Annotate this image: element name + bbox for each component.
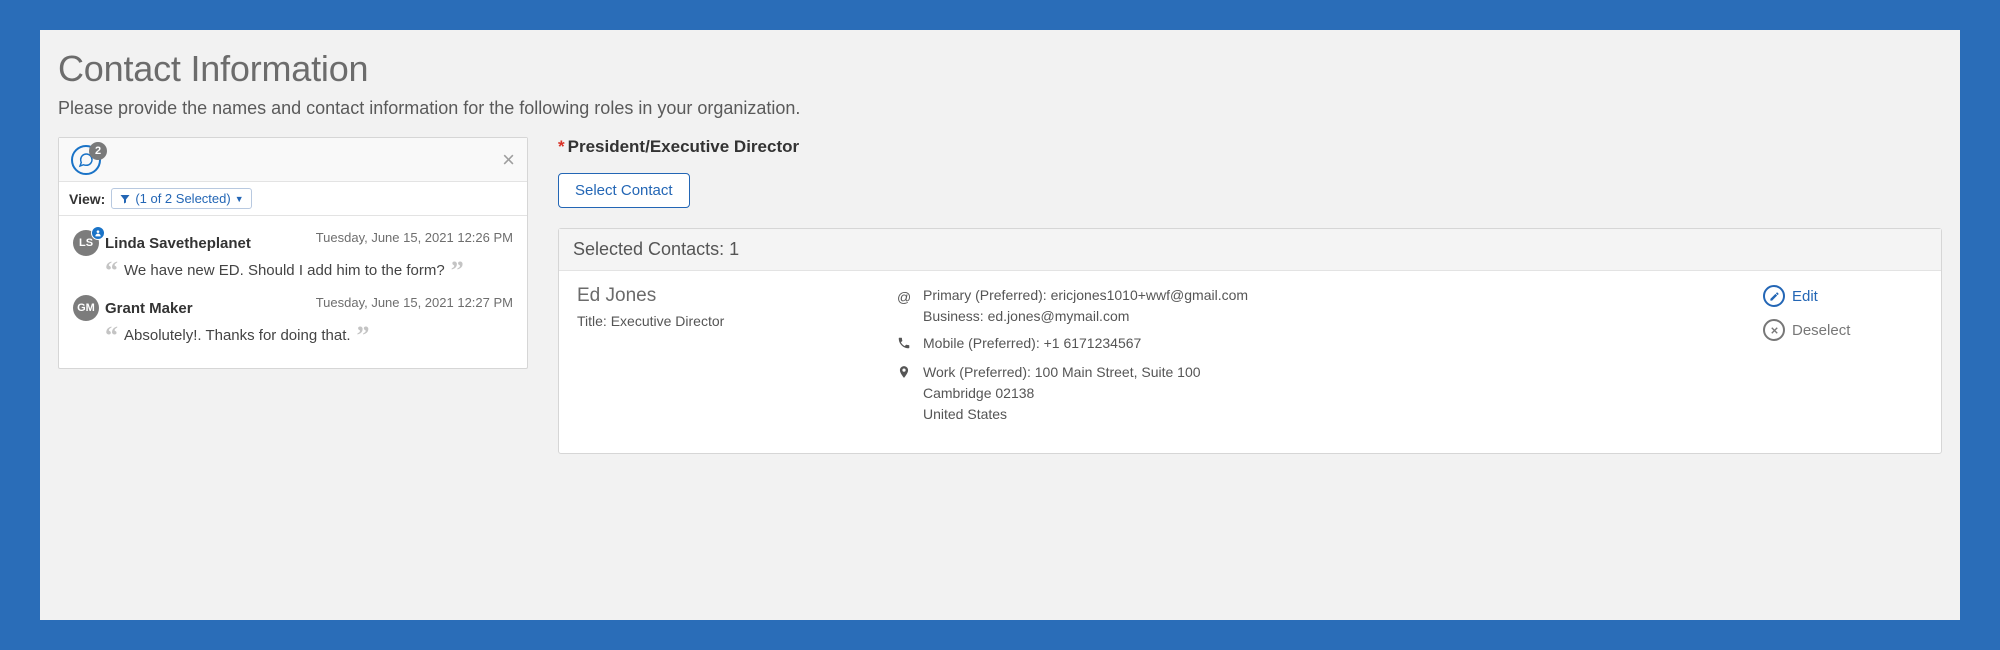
address-line1: Work (Preferred): 100 Main Street, Suite… xyxy=(923,362,1201,383)
contact-details-col: @ Primary (Preferred): ericjones1010+wwf… xyxy=(897,285,1763,431)
comment-body: “ Absolutely!. Thanks for doing that. ” xyxy=(105,327,513,344)
edit-label: Edit xyxy=(1792,288,1818,305)
quote-close-icon: ” xyxy=(451,264,464,277)
edit-button[interactable]: Edit xyxy=(1763,285,1923,307)
comment-author: LS Linda Savetheplanet xyxy=(73,230,251,256)
role-label: *President/Executive Director xyxy=(558,137,1942,157)
deselect-label: Deselect xyxy=(1792,322,1850,339)
comment-text: Absolutely!. Thanks for doing that. xyxy=(124,327,351,344)
location-icon xyxy=(897,364,913,385)
comments-list: LS Linda Savetheplanet Tuesday, June 15,… xyxy=(59,216,527,368)
avatar: GM xyxy=(73,295,99,321)
comment-item: GM Grant Maker Tuesday, June 15, 2021 12… xyxy=(67,287,519,352)
selected-header-prefix: Selected Contacts: xyxy=(573,239,724,259)
comment-body: “ We have new ED. Should I add him to th… xyxy=(105,262,513,279)
filter-text: (1 of 2 Selected) xyxy=(135,191,230,206)
phone-row: Mobile (Preferred): +1 6171234567 xyxy=(897,333,1763,356)
commenter-name: Linda Savetheplanet xyxy=(105,235,251,252)
comments-header: 2 × xyxy=(59,138,527,182)
at-icon: @ xyxy=(897,287,913,308)
filter-dropdown[interactable]: (1 of 2 Selected) ▼ xyxy=(111,188,251,209)
selected-card-body: Ed Jones Title: Executive Director @ Pri… xyxy=(559,271,1941,453)
email-row: @ Primary (Preferred): ericjones1010+wwf… xyxy=(897,285,1763,327)
required-star: * xyxy=(558,137,565,156)
deselect-button[interactable]: Deselect xyxy=(1763,319,1923,341)
chevron-down-icon: ▼ xyxy=(235,194,244,204)
main-panel: Contact Information Please provide the n… xyxy=(40,30,1960,620)
comments-panel: 2 × View: (1 of 2 Selected) ▼ LS xyxy=(58,137,528,369)
email-primary: Primary (Preferred): ericjones1010+wwf@g… xyxy=(923,285,1248,306)
content-row: 2 × View: (1 of 2 Selected) ▼ LS xyxy=(58,137,1942,454)
phone-value: Mobile (Preferred): +1 6171234567 xyxy=(923,333,1141,354)
close-icon[interactable]: × xyxy=(502,149,515,171)
comment-item: LS Linda Savetheplanet Tuesday, June 15,… xyxy=(67,222,519,287)
contact-title: Title: Executive Director xyxy=(577,313,897,329)
view-label: View: xyxy=(69,191,105,207)
contact-section: *President/Executive Director Select Con… xyxy=(558,137,1942,454)
x-icon xyxy=(1763,319,1785,341)
comment-author: GM Grant Maker xyxy=(73,295,193,321)
chat-bubble-button[interactable]: 2 xyxy=(71,145,101,175)
contact-actions-col: Edit Deselect xyxy=(1763,285,1923,431)
pencil-icon xyxy=(1763,285,1785,307)
selected-contacts-card: Selected Contacts: 1 Ed Jones Title: Exe… xyxy=(558,228,1942,454)
chat-badge: 2 xyxy=(89,142,107,160)
quote-open-icon: “ xyxy=(105,329,118,342)
page-subtitle: Please provide the names and contact inf… xyxy=(58,98,1942,119)
quote-open-icon: “ xyxy=(105,264,118,277)
user-badge-icon xyxy=(91,226,105,240)
comment-head: GM Grant Maker Tuesday, June 15, 2021 12… xyxy=(73,295,513,321)
address-row: Work (Preferred): 100 Main Street, Suite… xyxy=(897,362,1763,425)
comment-head: LS Linda Savetheplanet Tuesday, June 15,… xyxy=(73,230,513,256)
contact-name: Ed Jones xyxy=(577,285,897,307)
contact-identity-col: Ed Jones Title: Executive Director xyxy=(577,285,897,431)
commenter-name: Grant Maker xyxy=(105,300,193,317)
selected-count: 1 xyxy=(729,239,739,259)
comment-timestamp: Tuesday, June 15, 2021 12:27 PM xyxy=(316,295,513,310)
comment-timestamp: Tuesday, June 15, 2021 12:26 PM xyxy=(316,230,513,245)
selected-contacts-header: Selected Contacts: 1 xyxy=(559,229,1941,271)
address-line2: Cambridge 02138 xyxy=(923,383,1201,404)
address-line3: United States xyxy=(923,404,1201,425)
select-contact-button[interactable]: Select Contact xyxy=(558,173,690,208)
quote-close-icon: ” xyxy=(357,329,370,342)
page-title: Contact Information xyxy=(58,48,1942,90)
email-business: Business: ed.jones@mymail.com xyxy=(923,306,1248,327)
role-text: President/Executive Director xyxy=(568,137,799,156)
view-filter-row: View: (1 of 2 Selected) ▼ xyxy=(59,182,527,216)
funnel-icon xyxy=(119,193,131,205)
comment-text: We have new ED. Should I add him to the … xyxy=(124,262,445,279)
phone-icon xyxy=(897,335,913,356)
